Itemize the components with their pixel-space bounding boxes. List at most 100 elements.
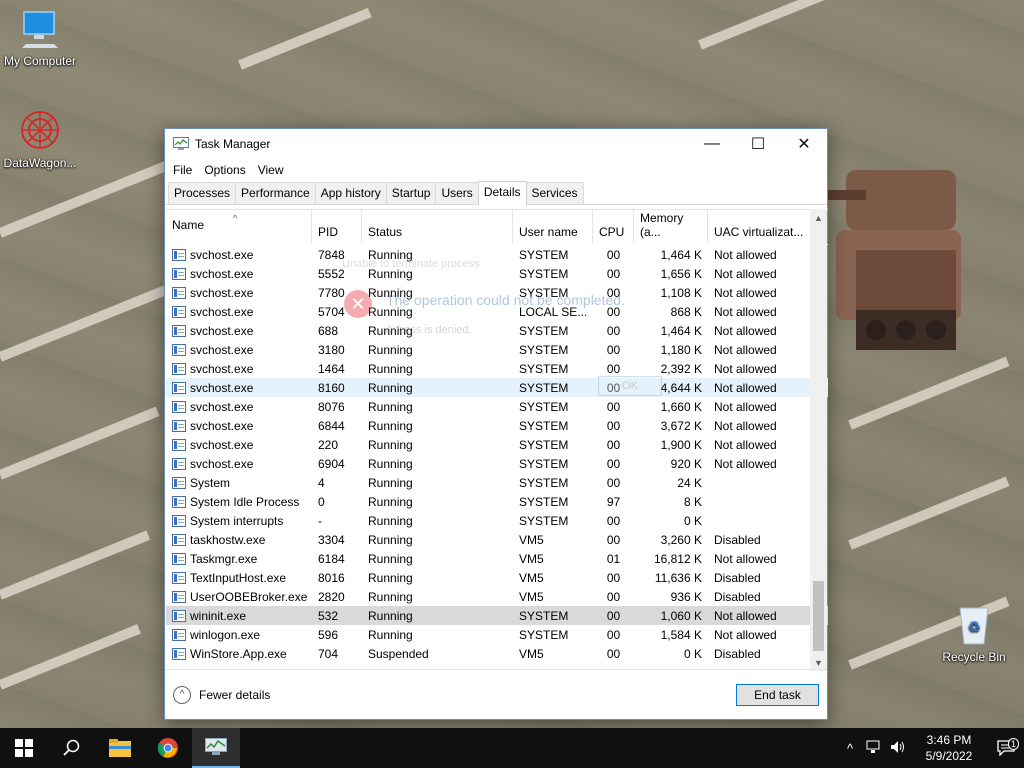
cell-memory: 1,584 K — [634, 628, 708, 642]
cell-name: svchost.exe — [166, 419, 312, 433]
cell-uac: Not allowed — [708, 286, 812, 300]
column-header-pid[interactable]: PID — [312, 210, 362, 244]
tab-services[interactable]: Services — [525, 182, 584, 204]
cell-pid: 6904 — [312, 457, 362, 471]
column-header-memory[interactable]: Memory (a... — [634, 210, 708, 244]
desktop-icon-my-computer[interactable]: My Computer — [0, 10, 80, 68]
table-row[interactable]: svchost.exe 5552 Running SYSTEM 00 1,656 K Not… — [166, 264, 828, 283]
cell-pid: 4 — [312, 476, 362, 490]
cell-pid-text: 7780 — [318, 285, 345, 300]
chevron-up-icon[interactable]: ^ — [838, 741, 862, 756]
minimize-button[interactable]: — — [689, 129, 735, 159]
file-explorer-button[interactable] — [96, 728, 144, 768]
column-header-name[interactable]: Name — [166, 210, 312, 244]
table-row[interactable]: svchost.exe 5704 Running LOCAL SE... 00 868 K… — [166, 302, 828, 321]
cell-name-text: wininit.exe — [190, 608, 247, 623]
cell-uac: Not allowed — [708, 324, 812, 338]
column-header-user-name[interactable]: User name — [513, 210, 593, 244]
vertical-scrollbar[interactable]: ▲ ▼ — [810, 209, 827, 671]
tab-startup[interactable]: Startup — [385, 182, 437, 204]
start-button[interactable] — [0, 728, 48, 768]
sort-ascending-icon: ^ — [233, 213, 238, 223]
maximize-button[interactable]: ☐ — [735, 129, 781, 159]
table-row[interactable]: wininit.exe 532 Running SYSTEM 00 1,060 K Not … — [166, 606, 828, 625]
cell-memory-text: 11,636 K — [654, 570, 702, 585]
menu-view[interactable]: View — [252, 163, 290, 177]
scroll-up-icon[interactable]: ▲ — [810, 209, 827, 226]
table-row[interactable]: svchost.exe 6844 Running SYSTEM 00 3,672 K Not… — [166, 416, 828, 435]
table-row[interactable]: svchost.exe 3180 Running SYSTEM 00 1,180 K Not… — [166, 340, 828, 359]
table-row[interactable]: Taskmgr.exe 6184 Running VM5 01 16,812 K Not a… — [166, 549, 828, 568]
cell-pid-text: 688 — [318, 323, 339, 338]
end-task-button[interactable]: End task — [736, 684, 819, 706]
cell-uac: Not allowed — [708, 552, 812, 566]
notification-center-button[interactable]: 1 — [988, 738, 1024, 756]
fewer-details-toggle[interactable]: ^ Fewer details — [173, 685, 270, 704]
cell-status-text: Running — [368, 532, 413, 547]
column-header-cpu[interactable]: CPU — [593, 210, 634, 244]
cell-name: svchost.exe — [166, 305, 312, 319]
cell-status-text: Running — [368, 551, 413, 566]
cell-name-text: svchost.exe — [190, 323, 254, 338]
cell-user: SYSTEM — [513, 476, 593, 490]
cell-pid-text: 3304 — [318, 532, 345, 547]
cell-cpu-text: 00 — [606, 418, 621, 433]
table-row[interactable]: System Idle Process 0 Running SYSTEM 97 8 K — [166, 492, 828, 511]
table-row[interactable]: WinStore.App.exe 704 Suspended VM5 00 0 K Disa… — [166, 644, 828, 663]
close-button[interactable]: ✕ — [781, 129, 827, 159]
cell-status-text: Running — [368, 342, 413, 357]
menu-file[interactable]: File — [167, 163, 198, 177]
cell-uac: Disabled — [708, 647, 812, 661]
table-row[interactable]: svchost.exe 1464 Running SYSTEM 00 2,392 K Not… — [166, 359, 828, 378]
table-row[interactable]: svchost.exe 7780 Running SYSTEM 00 1,108 K Not… — [166, 283, 828, 302]
cell-user: SYSTEM — [513, 457, 593, 471]
cell-uac: Not allowed — [708, 419, 812, 433]
cell-cpu-text: 00 — [606, 570, 621, 585]
chrome-button[interactable] — [144, 728, 192, 768]
desktop-icon-datawagon[interactable]: DataWagon... — [0, 108, 80, 170]
network-icon[interactable] — [862, 740, 886, 757]
cell-status-text: Running — [368, 418, 413, 433]
table-row[interactable]: svchost.exe 8160 Running SYSTEM 00 4,644 K Not… — [166, 378, 828, 397]
tab-users[interactable]: Users — [435, 182, 479, 204]
table-row[interactable]: svchost.exe 7848 Running SYSTEM 00 1,464 K Not… — [166, 245, 828, 264]
tab-performance[interactable]: Performance — [235, 182, 316, 204]
table-row[interactable]: svchost.exe 220 Running SYSTEM 00 1,900 K Not … — [166, 435, 828, 454]
cell-name: System interrupts — [166, 514, 312, 528]
cell-pid: 5552 — [312, 267, 362, 281]
clock[interactable]: 3:46 PM 5/9/2022 — [916, 732, 982, 764]
table-row[interactable]: svchost.exe 8076 Running SYSTEM 00 1,660 K Not… — [166, 397, 828, 416]
desktop-icon-recycle-bin[interactable]: ♻ Recycle Bin — [934, 602, 1014, 664]
process-icon — [172, 552, 186, 565]
search-button[interactable] — [48, 728, 96, 768]
column-header-status[interactable]: Status — [362, 210, 513, 244]
process-icon — [172, 495, 186, 508]
scroll-thumb[interactable] — [813, 581, 824, 651]
cell-user: VM5 — [513, 590, 593, 604]
table-row[interactable]: TextInputHost.exe 8016 Running VM5 00 11,636 … — [166, 568, 828, 587]
table-row[interactable]: winlogon.exe 596 Running SYSTEM 00 1,584 K Not… — [166, 625, 828, 644]
table-row[interactable]: System interrupts - Running SYSTEM 00 0 K — [166, 511, 828, 530]
volume-icon[interactable] — [886, 740, 910, 757]
cell-uac: Not allowed — [708, 628, 812, 642]
cell-cpu-text: 01 — [606, 551, 621, 566]
column-header-uac[interactable]: UAC virtualizat... — [708, 210, 812, 244]
tab-processes[interactable]: Processes — [168, 182, 237, 204]
tab-details[interactable]: Details — [477, 181, 527, 205]
process-icon — [172, 324, 186, 337]
table-row[interactable]: svchost.exe 688 Running SYSTEM 00 1,464 K Not … — [166, 321, 828, 340]
table-row[interactable]: taskhostw.exe 3304 Running VM5 00 3,260 K Disa… — [166, 530, 828, 549]
table-row[interactable]: svchost.exe 6904 Running SYSTEM 00 920 K Not a… — [166, 454, 828, 473]
table-row[interactable]: UserOOBEBroker.exe 2820 Running VM5 00 936 K D… — [166, 587, 828, 606]
table-row[interactable]: System 4 Running SYSTEM 00 24 K — [166, 473, 828, 492]
cell-status: Running — [362, 552, 513, 566]
cell-user: SYSTEM — [513, 628, 593, 642]
title-bar[interactable]: Task Manager — ☐ ✕ — [165, 129, 827, 159]
cell-name-text: svchost.exe — [190, 342, 254, 357]
menu-options[interactable]: Options — [198, 163, 251, 177]
cell-status: Running — [362, 590, 513, 604]
cell-name: svchost.exe — [166, 362, 312, 376]
tab-app-history[interactable]: App history — [314, 182, 387, 204]
task-manager-taskbar-button[interactable] — [192, 728, 240, 768]
cell-status: Running — [362, 267, 513, 281]
